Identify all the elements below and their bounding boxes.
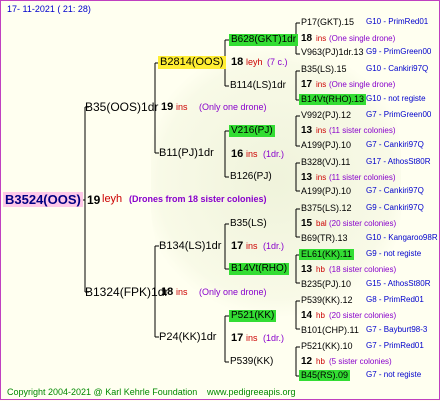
gen4-queen[interactable]: B45(RS).09 [299,370,351,381]
gen1-a-gen: 19 [161,101,174,113]
gen4-code: bal [316,219,327,228]
gen4-origin: G9 - not registe [366,249,422,258]
gen4-code: hb [316,357,325,366]
gen1-a-code: ins [176,102,188,112]
gen1-b-gen: 18 [161,286,174,298]
report-date: 17- 11-2021 ( 21: 28) [7,4,91,14]
gen4-origin: G17 - AthosSt80R [366,157,431,166]
gen3-queen-4[interactable]: B126(PJ) [230,172,272,182]
gen2-queen-2[interactable]: B11(PJ)1dr [159,148,214,159]
gen1-b-code: ins [176,287,188,297]
gen4-origin: G8 - PrimRed01 [366,295,424,304]
gen2-2-gen: 16 [231,148,244,160]
gen2-3-gen: 17 [231,240,244,252]
gen4-queen[interactable]: A199(PJ).10 [301,141,351,150]
gen1-b-note: (Only one drone) [199,287,267,297]
gen4-note: (20 sister colonies) [329,311,397,320]
gen2-4-gen: 17 [231,332,244,344]
gen1-a-note: (Only one drone) [199,102,267,112]
pedigree-chart: { "date": "17- 11-2021 ( 21: 28)", "foot… [0,0,440,400]
gen4-gen-count: 13 [301,172,313,183]
gen4-queen[interactable]: EL61(KK).11 [299,249,354,260]
gen2-2-code: ins [246,149,258,159]
gen4-queen[interactable]: B235(PJ).10 [301,280,351,289]
gen3-queen-1[interactable]: B628(GKT)1dr [229,34,299,46]
gen4-queen[interactable]: B14Vt(RHO).13 [299,94,367,105]
gen3-queen-5[interactable]: B35(LS) [230,219,267,229]
gen4-origin: G15 - AthosSt80R [366,279,431,288]
gen3-queen-2[interactable]: B114(LS)1dr [230,81,286,91]
gen3-queen-3[interactable]: V216(PJ) [229,125,275,137]
gen4-code: hb [316,311,325,320]
gen4-origin: G10 - Cankiri97Q [366,64,429,73]
gen4-code: ins [316,126,327,135]
gen4-gen-count: 18 [301,33,313,44]
gen4-origin: G9 - PrimGreen00 [366,47,432,56]
root-note: (Drones from 18 sister colonies) [129,194,267,204]
root-gen: 19 [87,193,101,207]
gen2-1-gen: 18 [231,56,244,68]
gen4-origin: G10 - not registe [366,94,426,103]
gen4-queen[interactable]: V963(PJ)1dr.13 [301,48,364,57]
gen4-queen[interactable]: B375(LS).12 [301,204,352,213]
gen4-code: ins [316,34,327,43]
gen4-queen[interactable]: V992(PJ).12 [301,111,351,120]
gen2-2-note: (1dr.) [263,149,285,159]
footer-url[interactable]: www.pedigreeapis.org [207,388,296,397]
gen3-queen-7[interactable]: P521(KK) [229,310,277,322]
gen4-origin: G7 - Cankiri97Q [366,140,424,149]
gen4-gen-count: 15 [301,218,313,229]
gen4-origin: G10 - PrimRed01 [366,17,429,26]
gen4-note: (5 sister colonies) [329,357,392,366]
gen3-queen-6[interactable]: B14Vt(RHO) [229,263,290,275]
gen4-origin: G9 - Cankiri97Q [366,203,424,212]
gen1-queen-b[interactable]: B1324(FPK)1dr [85,286,168,298]
gen4-note: (18 sister colonies) [329,265,397,274]
gen4-queen[interactable]: B35(LS).15 [301,65,347,74]
gen3-queen-8[interactable]: P539(KK) [230,357,273,367]
gen4-code: hb [316,265,325,274]
gen4-origin: G7 - Cankiri97Q [366,186,424,195]
gen2-queen-1[interactable]: B2814(OOS) [158,56,226,69]
gen4-code: ins [316,80,327,89]
gen4-note: (One single drone) [329,34,396,43]
gen4-note: (One single drone) [329,80,396,89]
gen4-gen-count: 13 [301,264,313,275]
gen2-1-code: leyh [246,57,263,67]
copyright: Copyright 2004-2021 @ Karl Kehrle Founda… [7,387,198,397]
gen2-4-code: ins [246,333,258,343]
gen2-queen-4[interactable]: P24(KK)1dr [159,332,216,343]
root-queen[interactable]: B3524(OOS) [3,192,83,207]
gen4-origin: G7 - Bayburt98-3 [366,325,428,334]
gen2-1-note: (7 c.) [267,57,288,67]
gen4-gen-count: 14 [301,310,313,321]
gen4-queen[interactable]: P521(KK).10 [301,342,353,351]
gen4-queen[interactable]: P539(KK).12 [301,296,353,305]
gen4-queen[interactable]: B69(TR).13 [301,234,348,243]
gen4-queen[interactable]: P17(GKT).15 [301,18,354,27]
gen2-queen-3[interactable]: B134(LS)1dr [159,241,221,252]
gen2-4-note: (1dr.) [263,333,285,343]
root-code: leyh [102,193,123,205]
gen4-gen-count: 12 [301,356,313,367]
gen4-origin: G7 - PrimGreen00 [366,110,432,119]
gen4-gen-count: 17 [301,79,313,90]
gen1-queen-a[interactable]: B35(OOS)1dr [85,101,158,113]
gen4-origin: G7 - PrimRed01 [366,341,424,350]
gen4-note: (20 sister colonies) [329,219,397,228]
gen4-note: (11 sister colonies) [329,173,396,182]
gen4-note: (11 sister colonies) [329,126,396,135]
gen2-3-code: ins [246,241,258,251]
gen2-3-note: (1dr.) [263,241,285,251]
gen4-origin: G7 - not registe [366,370,422,379]
gen4-queen[interactable]: B328(VJ).11 [301,158,350,167]
gen4-code: ins [316,173,327,182]
gen4-queen[interactable]: A199(PJ).10 [301,187,351,196]
gen4-queen[interactable]: B101(CHP).11 [301,326,359,335]
gen4-origin: G10 - Kangaroo98R [366,233,438,242]
gen4-gen-count: 13 [301,125,313,136]
